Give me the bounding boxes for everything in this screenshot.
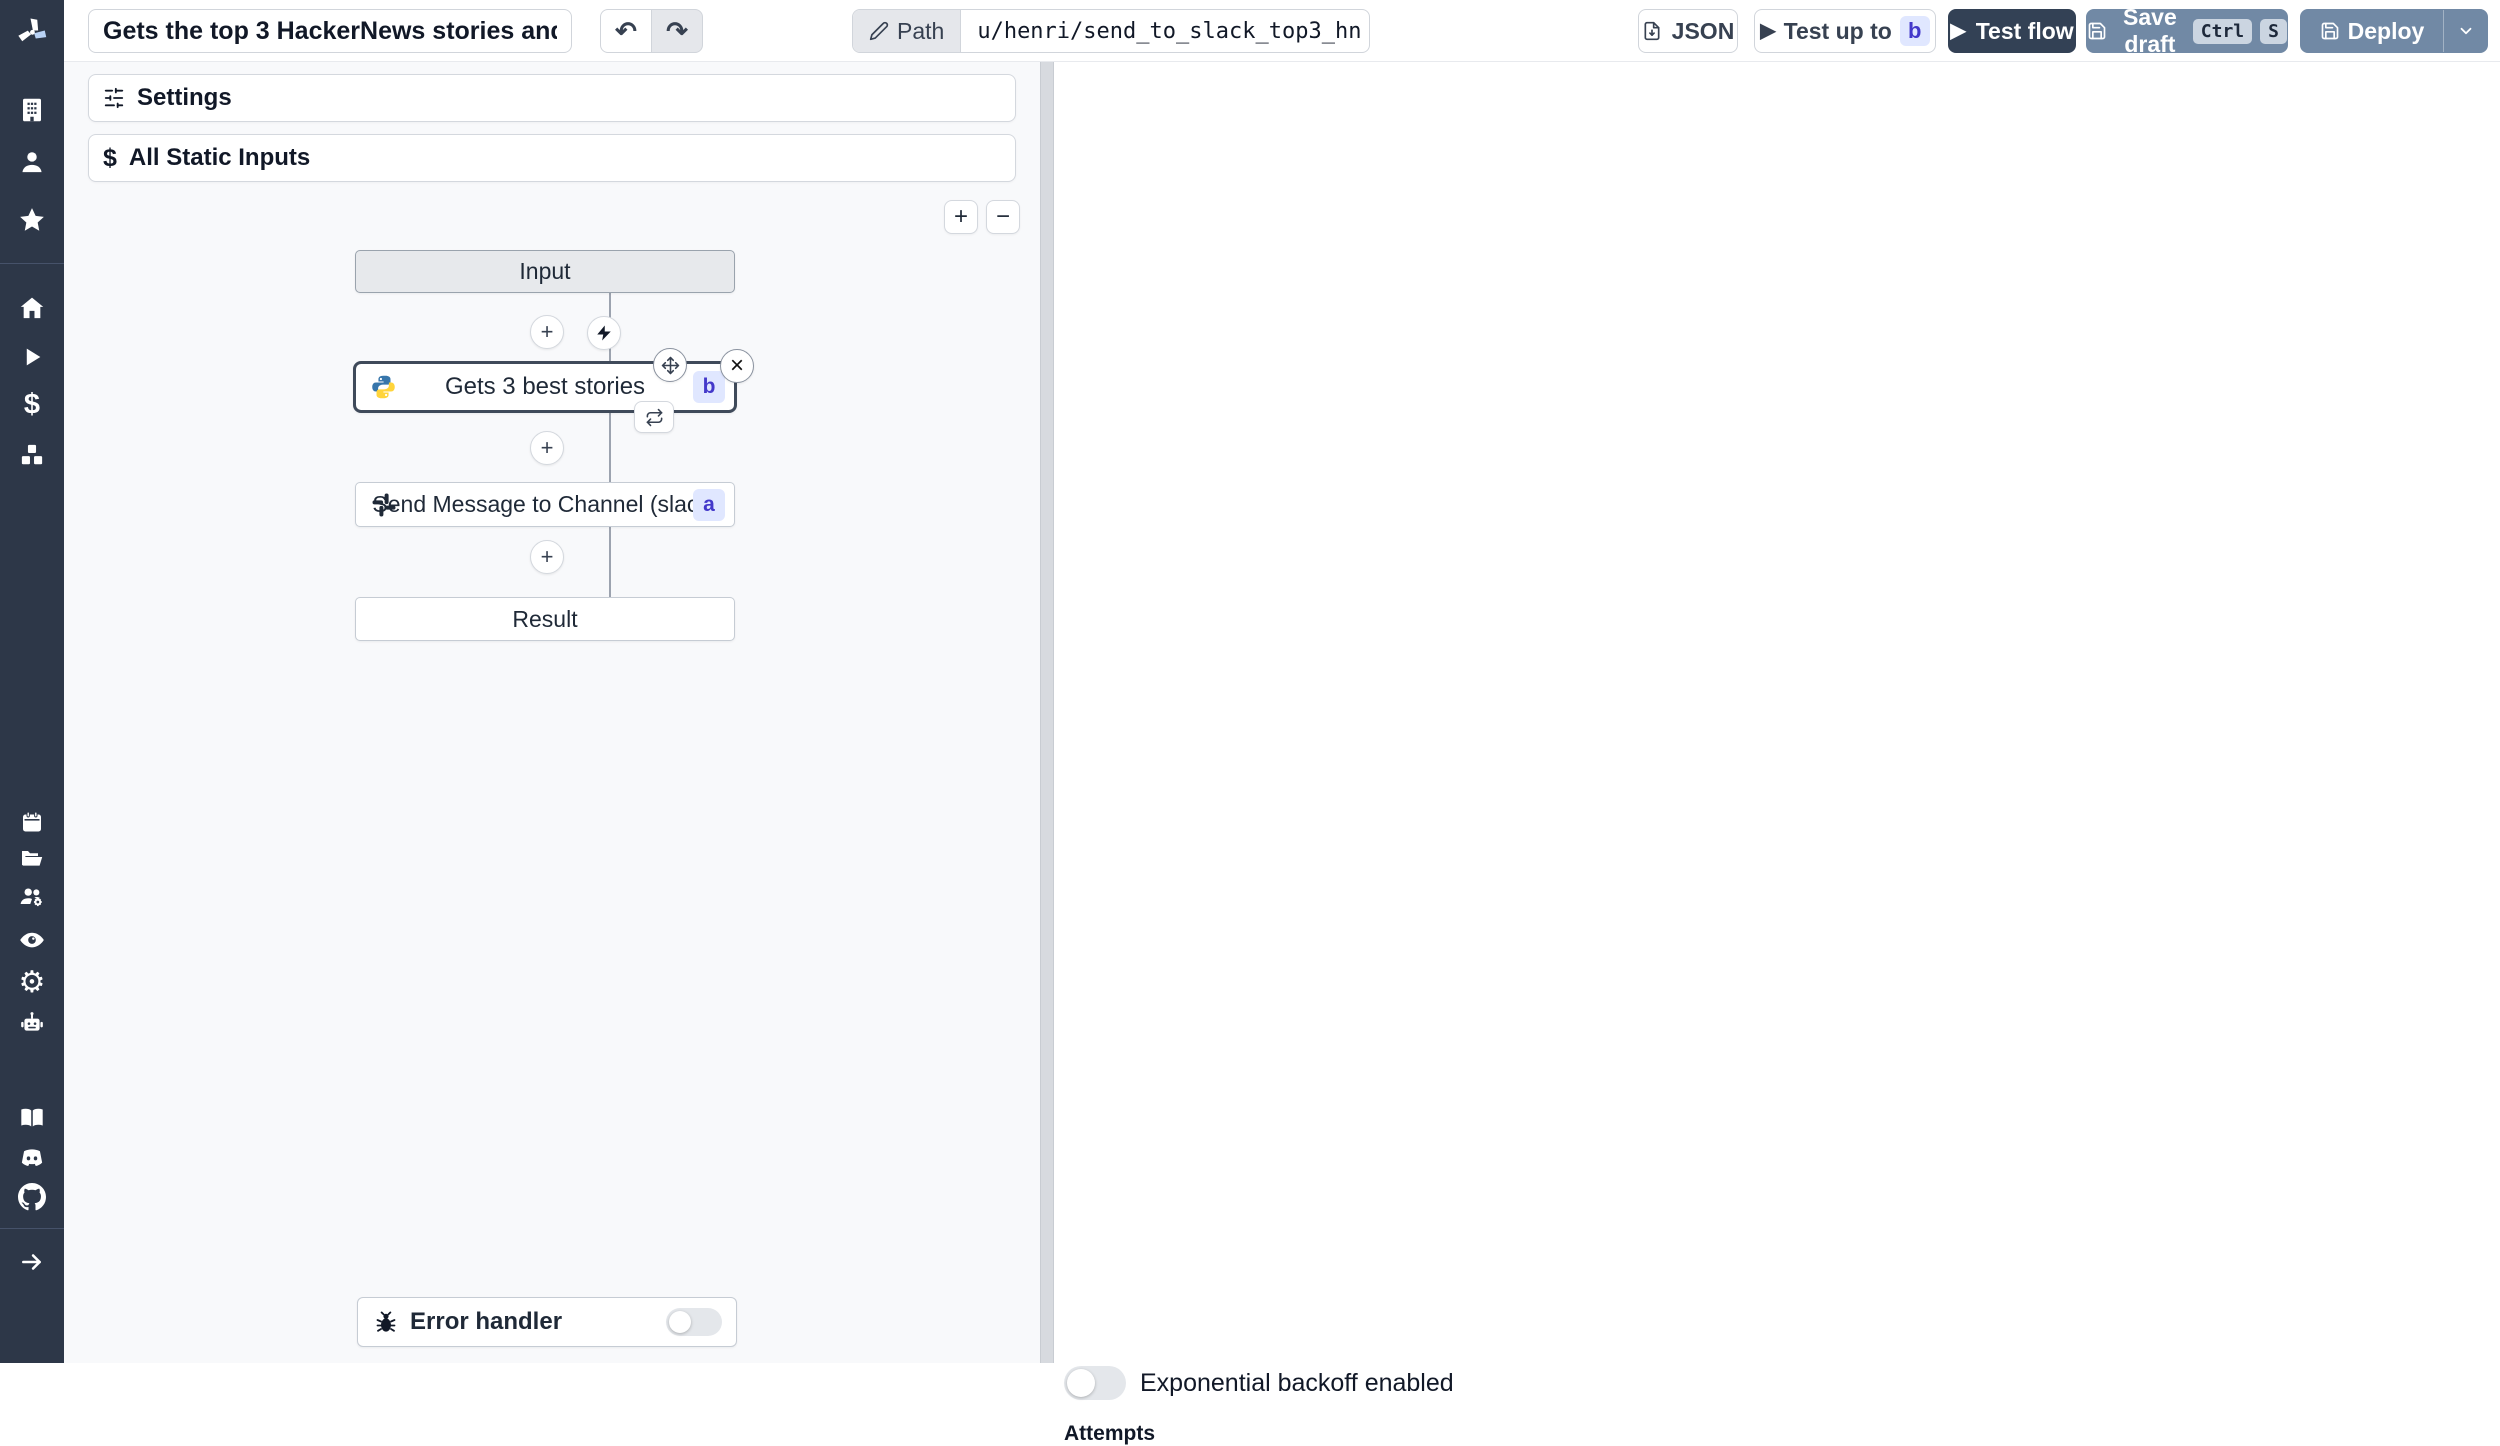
trigger-bolt-button[interactable] <box>587 316 621 350</box>
move-step-button[interactable] <box>653 348 687 382</box>
robot-icon[interactable] <box>19 1010 45 1036</box>
star-icon[interactable] <box>18 206 47 235</box>
test-flow-button[interactable]: ▶ Test flow <box>1948 9 2076 53</box>
flow-node-input-label: Input <box>519 258 571 284</box>
user-group-gear-icon[interactable] <box>19 884 45 910</box>
windmill-logo-icon[interactable] <box>14 14 50 50</box>
undo-button[interactable]: ↶ <box>600 9 652 53</box>
flow-node-result[interactable]: Result <box>355 597 735 641</box>
topbar: ↶ ↷ Path u/henri/send_to_slack_top3_hn J… <box>64 0 2500 62</box>
path-edit-segment[interactable]: Path <box>853 10 962 52</box>
next-attempts-label: Attempts <box>1064 1422 1156 1445</box>
repeat-icon <box>646 408 662 426</box>
deploy-button-group: Deploy <box>2300 9 2488 53</box>
sliders-icon <box>103 87 125 109</box>
zoom-out-button[interactable]: − <box>986 200 1020 234</box>
settings-gear-icon[interactable]: ⚙ <box>19 968 46 998</box>
add-step-button[interactable]: + <box>530 540 564 574</box>
dollar-icon[interactable]: $ <box>24 389 40 422</box>
step-b-badge: b <box>693 371 725 403</box>
settings-label: Settings <box>137 84 232 111</box>
sidebar-divider <box>0 263 64 264</box>
sidebar: $ ⚙ <box>0 0 64 1363</box>
dollar-icon: $ <box>103 143 117 172</box>
kbd-s: S <box>2260 18 2287 44</box>
play-icon: ▶ <box>1760 20 1776 42</box>
flow-node-input[interactable]: Input <box>355 250 735 293</box>
static-inputs-box[interactable]: $ All Static Inputs <box>88 134 1016 182</box>
arrow-right-icon[interactable] <box>19 1249 45 1275</box>
step-badge: b <box>1899 16 1930 46</box>
error-handler-toggle[interactable] <box>666 1308 722 1336</box>
sidebar-divider <box>0 1228 64 1229</box>
move-icon <box>661 356 679 374</box>
step-a-badge: a <box>693 488 725 521</box>
error-handler-node[interactable]: Error handler <box>357 1297 737 1347</box>
chevron-down-icon <box>2460 27 2471 35</box>
error-handler-label: Error handler <box>410 1308 563 1335</box>
file-icon <box>1642 21 1662 41</box>
flow-node-step-a[interactable]: Send Message to Channel (slack) a <box>355 482 735 527</box>
flow-node-result-label: Result <box>512 605 578 632</box>
zoom-in-button[interactable]: + <box>944 200 978 234</box>
static-inputs-label: All Static Inputs <box>128 144 311 171</box>
retry-indicator-button[interactable] <box>634 401 674 433</box>
save-icon <box>2087 21 2107 41</box>
home-icon[interactable] <box>19 295 46 322</box>
pencil-icon <box>869 21 889 41</box>
path-value[interactable]: u/henri/send_to_slack_top3_hn <box>961 10 1369 52</box>
flow-title-input[interactable] <box>88 9 572 53</box>
add-step-button[interactable]: + <box>530 315 564 349</box>
path-control[interactable]: Path u/henri/send_to_slack_top3_hn <box>852 9 1370 53</box>
redo-icon: ↷ <box>666 16 688 46</box>
book-icon[interactable] <box>19 1104 46 1131</box>
settings-box[interactable]: Settings <box>88 74 1016 122</box>
test-up-to-label: Test up to <box>1783 17 1892 44</box>
lightning-icon <box>597 325 611 341</box>
play-icon[interactable] <box>20 345 45 370</box>
deploy-button[interactable]: Deploy <box>2301 10 2443 52</box>
save-draft-button[interactable]: Save draft Ctrl S <box>2086 4 2288 57</box>
save-draft-label: Save draft <box>2123 4 2177 57</box>
play-icon: ▶ <box>1950 20 1966 42</box>
script-editor-panel <box>1054 62 2500 1363</box>
json-button-label: JSON <box>1671 17 1735 44</box>
exponential-backoff-label: Exponential backoff enabled <box>1140 1368 1454 1397</box>
test-up-to-button[interactable]: ▶ Test up to b <box>1754 9 1936 53</box>
user-icon[interactable] <box>19 149 46 176</box>
exponential-backoff-toggle[interactable] <box>1064 1366 1126 1400</box>
deploy-label: Deploy <box>2347 17 2425 44</box>
boxes-icon[interactable] <box>19 442 46 469</box>
exponential-backoff-row: Exponential backoff enabled <box>1064 1366 1454 1400</box>
test-flow-label: Test flow <box>1975 17 2074 44</box>
panel-resize-divider[interactable] <box>1040 62 1054 1363</box>
json-button[interactable]: JSON <box>1638 9 1738 53</box>
flow-graph-panel: Settings $ All Static Inputs + − Input +… <box>64 62 1040 1363</box>
flow-node-step-a-label: Send Message to Channel (slack) <box>372 491 718 517</box>
eye-icon[interactable] <box>19 927 46 954</box>
bug-icon <box>374 1310 398 1334</box>
delete-step-button[interactable]: × <box>720 349 754 383</box>
discord-icon[interactable] <box>18 1144 46 1172</box>
undo-icon: ↶ <box>615 16 637 46</box>
github-icon[interactable] <box>18 1183 46 1211</box>
path-label: Path <box>897 17 945 44</box>
kbd-ctrl: Ctrl <box>2192 18 2253 44</box>
redo-button[interactable]: ↷ <box>651 9 703 53</box>
deploy-dropdown-button[interactable] <box>2443 10 2487 52</box>
folder-open-icon[interactable] <box>20 846 44 870</box>
add-step-button[interactable]: + <box>530 431 564 465</box>
save-icon <box>2321 22 2338 40</box>
calendar-icon[interactable] <box>20 810 44 834</box>
building-icon[interactable] <box>19 97 46 124</box>
